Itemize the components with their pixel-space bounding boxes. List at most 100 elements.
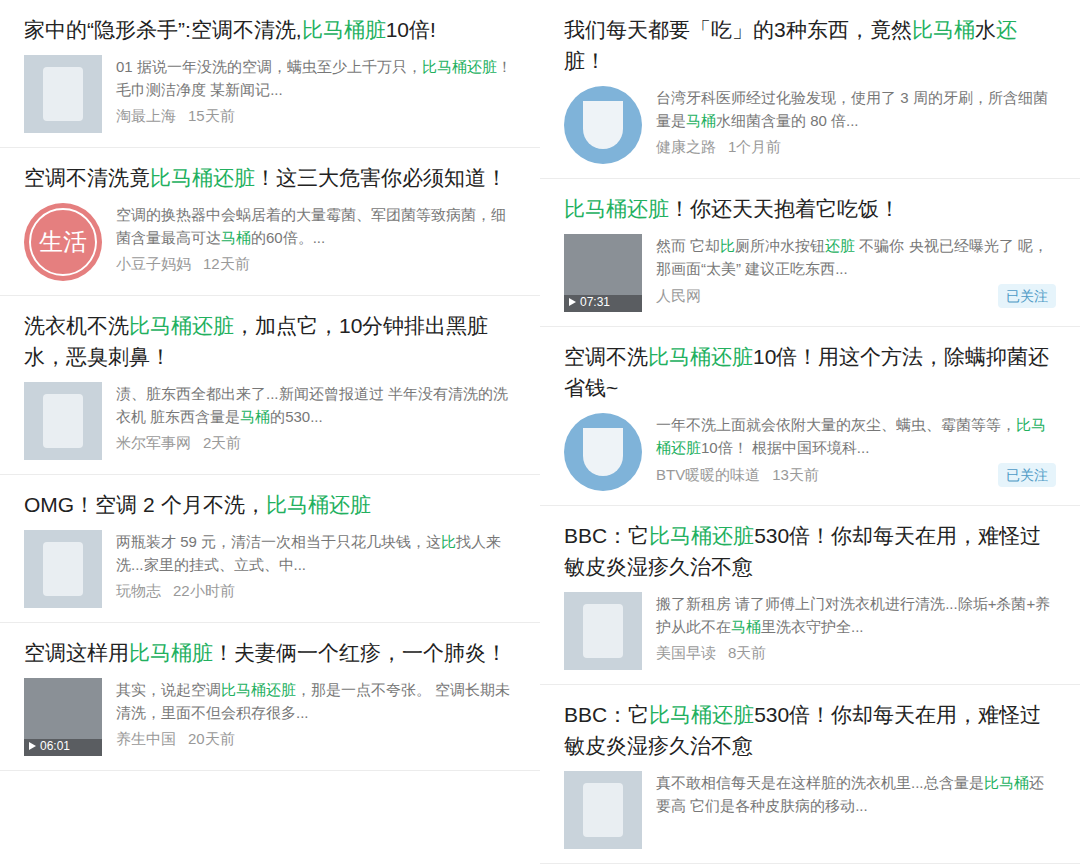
search-result[interactable]: 空调这样用比马桶脏！夫妻俩一个红疹，一个肺炎！ 06:01 其实，说起空调比马桶还脏… xyxy=(0,623,540,771)
result-source[interactable]: BTV暖暖的味道 xyxy=(656,464,760,486)
result-source[interactable]: 玩物志 xyxy=(116,580,161,602)
play-icon xyxy=(27,741,37,751)
search-result[interactable]: 空调不清洗竟比马桶还脏！这三大危害你必须知道！生活空调的换热器中会蜗居着的大量霉… xyxy=(0,148,540,296)
result-snippet: 真不敢相信每天是在这样脏的洗衣机里...总含量是比马桶还要高 它们是各种皮肤病的… xyxy=(656,771,1056,817)
result-time: 12天前 xyxy=(203,253,250,275)
result-title[interactable]: BBC：它比马桶还脏530倍！你却每天在用，难怪过敏皮炎湿疹久治不愈 xyxy=(564,520,1056,582)
text-segment: 洗衣机不洗 xyxy=(24,314,129,337)
keyword-highlight: 还脏 xyxy=(825,237,855,254)
results-column: 我们每天都要「吃」的3种东西，竟然比马桶水还脏！ 台湾牙科医师经过化验发现，使用了… xyxy=(540,0,1080,864)
result-meta: 小豆子妈妈 12天前 xyxy=(116,253,516,275)
text-segment: 空调这样用 xyxy=(24,641,129,664)
thumbnail[interactable] xyxy=(564,86,642,164)
result-source[interactable]: 小豆子妈妈 xyxy=(116,253,191,275)
search-result[interactable]: OMG！空调 2 个月不洗，比马桶还脏两瓶装才 59 元，清洁一次相当于只花几块… xyxy=(0,475,540,623)
result-title[interactable]: BBC：它比马桶还脏530倍！你却每天在用，难怪过敏皮炎湿疹久治不愈 xyxy=(564,699,1056,761)
play-icon xyxy=(567,297,577,307)
text-segment: OMG！空调 2 个月不洗， xyxy=(24,493,266,516)
result-snippet: 搬了新租房 请了师傅上门对洗衣机进行清洗...除垢+杀菌+养护从此不在马桶里洗衣… xyxy=(656,592,1056,638)
text-segment: 里洗衣守护全... xyxy=(761,618,864,635)
result-snippet: 台湾牙科医师经过化验发现，使用了 3 周的牙刷，所含细菌量是马桶水细菌含量的 8… xyxy=(656,86,1056,132)
keyword-highlight: 比马桶 xyxy=(984,774,1029,791)
video-thumbnail[interactable]: 07:31 xyxy=(564,234,642,312)
thumbnail[interactable] xyxy=(564,771,642,849)
thumbnail-picture xyxy=(43,67,83,121)
keyword-highlight: 比马桶还脏 xyxy=(649,703,754,726)
search-result[interactable]: 洗衣机不洗比马桶还脏，加点它，10分钟排出黑脏水，恶臭刺鼻！ 渍、脏东西全都出来了… xyxy=(0,296,540,475)
search-result[interactable]: 家中的“隐形杀手”:空调不清洗,比马桶脏10倍! 01 据说一年没洗的空调，螨虫至… xyxy=(0,0,540,148)
result-time: 1个月前 xyxy=(728,136,781,158)
result-source[interactable]: 美国早读 xyxy=(656,642,716,664)
result-title[interactable]: 空调这样用比马桶脏！夫妻俩一个红疹，一个肺炎！ xyxy=(24,637,516,668)
result-snippet: 两瓶装才 59 元，清洁一次相当于只花几块钱，这比找人来洗...家里的挂式、立式… xyxy=(116,530,516,576)
search-result[interactable]: 空调不洗比马桶还脏10倍！用这个方法，除螨抑菌还省钱~ 一年不洗上面就会依附大量的… xyxy=(540,327,1080,506)
result-meta: 淘最上海 15天前 xyxy=(116,105,516,127)
search-result[interactable]: 比马桶还脏！你还天天抱着它吃饭！07:31然而 它却比厕所冲水按钮还脏 不骗你 … xyxy=(540,179,1080,327)
result-title[interactable]: 洗衣机不洗比马桶还脏，加点它，10分钟排出黑脏水，恶臭刺鼻！ xyxy=(24,310,516,372)
result-title[interactable]: 家中的“隐形杀手”:空调不清洗,比马桶脏10倍! xyxy=(24,14,516,45)
search-result[interactable]: 我们每天都要「吃」的3种东西，竟然比马桶水还脏！ 台湾牙科医师经过化验发现，使用了… xyxy=(540,0,1080,179)
result-title[interactable]: 比马桶还脏！你还天天抱着它吃饭！ xyxy=(564,193,1056,224)
text-segment: ！你还天天抱着它吃饭！ xyxy=(669,197,900,220)
result-title[interactable]: 空调不清洗竟比马桶还脏！这三大危害你必须知道！ xyxy=(24,162,516,193)
keyword-highlight: 马桶 xyxy=(221,229,251,246)
text-segment: BBC：它 xyxy=(564,703,649,726)
result-title[interactable]: 空调不洗比马桶还脏10倍！用这个方法，除螨抑菌还省钱~ xyxy=(564,341,1056,403)
result-time: 15天前 xyxy=(188,105,235,127)
keyword-highlight: 比马桶还脏 xyxy=(648,345,753,368)
thumbnail-picture xyxy=(583,604,623,658)
followed-badge: 已关注 xyxy=(998,284,1056,308)
text-segment: 空调不洗 xyxy=(564,345,648,368)
keyword-highlight: 马桶 xyxy=(240,408,270,425)
text-segment: ！这三大危害你必须知道！ xyxy=(255,166,507,189)
keyword-highlight: 比马桶还脏 xyxy=(649,524,754,547)
thumbnail[interactable] xyxy=(24,530,102,608)
result-source[interactable]: 健康之路 xyxy=(656,136,716,158)
keyword-highlight: 比马桶 xyxy=(912,18,975,41)
text-segment: 其实，说起空调 xyxy=(116,681,221,698)
search-result[interactable]: BBC：它比马桶还脏530倍！你却每天在用，难怪过敏皮炎湿疹久治不愈搬了新租房 … xyxy=(540,506,1080,685)
keyword-highlight: 比马桶还脏 xyxy=(129,314,234,337)
search-results-page: 家中的“隐形杀手”:空调不清洗,比马桶脏10倍! 01 据说一年没洗的空调，螨虫至… xyxy=(0,0,1080,864)
keyword-highlight: 比马桶还脏 xyxy=(221,681,296,698)
result-title[interactable]: OMG！空调 2 个月不洗，比马桶还脏 xyxy=(24,489,516,520)
thumbnail-picture xyxy=(583,101,623,149)
search-result[interactable]: BBC：它比马桶还脏530倍！你却每天在用，难怪过敏皮炎湿疹久治不愈真不敢相信每… xyxy=(540,685,1080,864)
thumbnail[interactable] xyxy=(564,413,642,491)
thumbnail-picture xyxy=(43,542,83,596)
result-snippet: 渍、脏东西全都出来了...新闻还曾报道过 半年没有清洗的洗衣机 脏东西含量是马桶… xyxy=(116,382,516,428)
thumbnail[interactable]: 生活 xyxy=(24,203,102,281)
result-time: 22小时前 xyxy=(173,580,235,602)
keyword-highlight: 比马桶还脏 xyxy=(422,58,497,75)
result-meta: 米尔军事网2天前 xyxy=(116,432,516,454)
thumbnail-picture xyxy=(43,394,83,448)
video-duration: 06:01 xyxy=(24,739,102,756)
keyword-highlight: 比马桶还脏 xyxy=(564,197,669,220)
thumbnail-picture xyxy=(583,783,623,837)
result-time: 20天前 xyxy=(188,728,235,750)
keyword-highlight: 比马桶脏 xyxy=(129,641,213,664)
thumbnail[interactable] xyxy=(24,382,102,460)
result-title[interactable]: 我们每天都要「吃」的3种东西，竟然比马桶水还脏！ xyxy=(564,14,1056,76)
result-snippet: 一年不洗上面就会依附大量的灰尘、螨虫、霉菌等等，比马桶还脏10倍！ 根据中国环境… xyxy=(656,413,1056,459)
logo-text: 生活 xyxy=(39,224,87,260)
thumbnail[interactable] xyxy=(24,55,102,133)
result-source[interactable]: 人民网 xyxy=(656,285,701,307)
keyword-highlight: 比 xyxy=(441,533,456,550)
video-thumbnail[interactable]: 06:01 xyxy=(24,678,102,756)
thumbnail[interactable] xyxy=(564,592,642,670)
keyword-highlight: 比 xyxy=(720,237,735,254)
text-segment: BBC：它 xyxy=(564,524,649,547)
result-source[interactable]: 米尔军事网 xyxy=(116,432,191,454)
results-column: 家中的“隐形杀手”:空调不清洗,比马桶脏10倍! 01 据说一年没洗的空调，螨虫至… xyxy=(0,0,540,864)
thumbnail-picture xyxy=(583,428,623,476)
result-meta: 健康之路 1个月前 xyxy=(656,136,1056,158)
text-segment: 水细菌含量的 80 倍... xyxy=(716,112,859,129)
text-segment: 家中的“隐形杀手”:空调不清洗, xyxy=(24,18,302,41)
logo-ring: 生活 xyxy=(29,208,97,276)
result-source[interactable]: 养生中国 xyxy=(116,728,176,750)
text-segment: 01 据说一年没洗的空调，螨虫至少上千万只， xyxy=(116,58,422,75)
result-source[interactable]: 淘最上海 xyxy=(116,105,176,127)
followed-badge: 已关注 xyxy=(998,463,1056,487)
result-meta: 养生中国 20天前 xyxy=(116,728,516,750)
